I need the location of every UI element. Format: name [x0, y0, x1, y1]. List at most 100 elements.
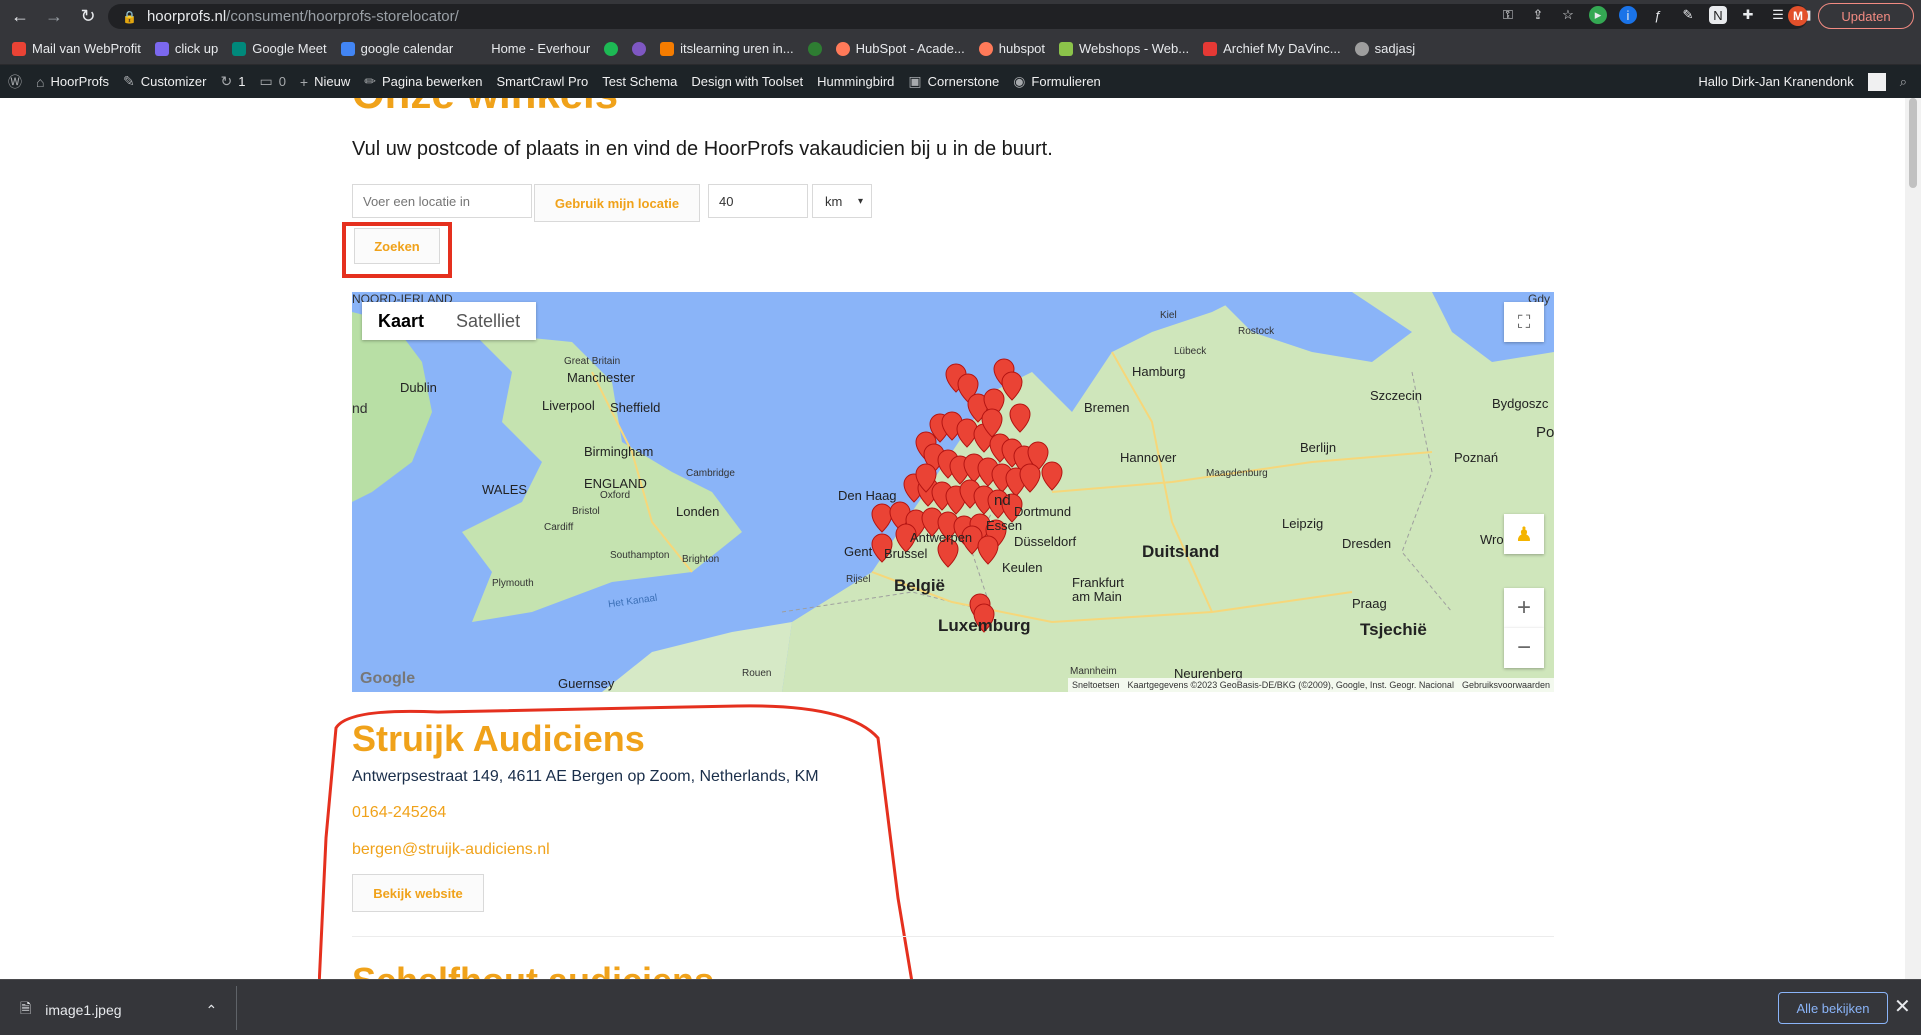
view-website-button[interactable]: Bekijk website — [352, 874, 484, 912]
map-label-szczecin: Szczecin — [1370, 388, 1423, 403]
whatsapp-icon — [807, 41, 822, 56]
pencil-icon: ✏ — [364, 73, 376, 89]
bookmark-star-icon[interactable]: ☆ — [1559, 6, 1577, 24]
file-icon: 🗎 — [20, 1000, 32, 1016]
pegman-icon[interactable]: ♟ — [1504, 514, 1544, 554]
annotation-box — [342, 222, 452, 278]
map-label-oxford: Oxford — [600, 490, 631, 501]
update-button[interactable]: Updaten — [1818, 3, 1914, 29]
map-attribution: Sneltoetsen Kaartgegevens ©2023 GeoBasis… — [1067, 678, 1554, 692]
map-label-southampton: Southampton — [610, 550, 670, 561]
map-label-kiel: Kiel — [1160, 310, 1177, 321]
wp-hummingbird[interactable]: Hummingbird — [817, 74, 894, 89]
map-label-brighton: Brighton — [682, 554, 720, 565]
wp-forms[interactable]: ◉ Formulieren — [1013, 73, 1101, 90]
wp-smartcrawl[interactable]: SmartCrawl Pro — [496, 74, 588, 89]
wp-new[interactable]: + Nieuw — [300, 74, 350, 90]
close-icon[interactable]: ✕ — [1894, 994, 1911, 1019]
tab-map[interactable]: Kaart — [362, 302, 440, 340]
app-icon — [632, 41, 647, 56]
terms-link[interactable]: Gebruiksvoorwaarden — [1462, 680, 1550, 690]
wp-updates[interactable]: ↻ 1 — [220, 73, 245, 90]
wp-greeting[interactable]: Hallo Dirk-Jan Kranendonk — [1698, 74, 1853, 89]
location-input[interactable] — [352, 184, 532, 218]
store-name: Struijk Audiciens — [352, 718, 645, 759]
user-avatar-icon[interactable] — [1867, 72, 1886, 91]
scrollbar-thumb[interactable] — [1909, 98, 1917, 188]
wp-logo[interactable]: Ⓦ — [8, 72, 22, 92]
reload-icon[interactable]: ↻ — [74, 3, 102, 31]
extension-1password-icon[interactable]: i — [1619, 6, 1637, 24]
map-label-nd-left: nd — [352, 400, 368, 416]
wp-edit-page[interactable]: ✏ Pagina bewerken — [364, 73, 482, 90]
extension-pen-icon[interactable]: ✎ — [1679, 6, 1697, 24]
unit-select[interactable]: km ▾ — [812, 184, 872, 218]
extensions-area: ⚿ ⇪ ☆ ▸ i ƒ ✎ N ✚ ☰ ▮ — [1499, 6, 1817, 24]
bookmark-sadjasj[interactable]: sadjasj — [1354, 41, 1415, 56]
store-map[interactable]: NOORD-IERLAND Gdy Kiel Rostock Lübeck Ha… — [352, 292, 1554, 692]
chart-icon — [1059, 41, 1074, 56]
wordpress-icon: Ⓦ — [8, 73, 22, 90]
map-label-rijsel: Rijsel — [846, 574, 871, 585]
wp-customizer[interactable]: ✎ Customizer — [123, 73, 206, 90]
map-label-mannheim: Mannheim — [1070, 666, 1117, 677]
map-label-sheffield: Sheffield — [610, 400, 661, 415]
page-scrollbar[interactable] — [1905, 98, 1921, 979]
profile-avatar[interactable]: M — [1788, 6, 1808, 26]
show-all-downloads-button[interactable]: Alle bekijken — [1778, 992, 1888, 1024]
shortcuts-link[interactable]: Sneltoetsen — [1072, 680, 1120, 690]
fullscreen-icon[interactable]: ⛶ — [1504, 302, 1544, 342]
intro-text: Vul uw postcode of plaats in en vind de … — [352, 138, 1053, 160]
wp-cornerstone[interactable]: ▣ Cornerstone — [908, 73, 999, 90]
radius-input[interactable] — [708, 184, 808, 218]
use-my-location-button[interactable]: Gebruik mijn locatie — [534, 184, 700, 222]
map-label-bremen: Bremen — [1084, 400, 1130, 415]
bookmark-mail[interactable]: Mail van WebProfit — [12, 41, 141, 56]
zoom-out-button[interactable]: − — [1504, 628, 1544, 668]
url-domain: hoorprofs.nl — [146, 8, 227, 25]
bookmark-itslearning[interactable]: itslearning uren in... — [660, 41, 794, 56]
wp-site-link[interactable]: ⌂ HoorProfs — [36, 74, 109, 90]
bookmark-clickup[interactable]: click up — [154, 41, 218, 56]
map-label-bydgoszcz: Bydgoszc — [1492, 396, 1549, 411]
back-icon[interactable]: ← — [6, 3, 34, 31]
reading-list-icon[interactable]: ☰ — [1769, 6, 1787, 24]
download-item[interactable]: 🗎 image1.jpeg ⌃ — [20, 998, 217, 1022]
extension-green-icon[interactable]: ▸ — [1589, 6, 1607, 24]
dashboard-icon: ⌂ — [36, 73, 45, 90]
bookmark-calendar[interactable]: google calendar — [340, 41, 453, 56]
bookmark-whatsapp[interactable] — [807, 41, 822, 56]
spotify-icon — [604, 41, 619, 56]
share-icon[interactable]: ⇪ — [1529, 6, 1547, 24]
extension-n-icon[interactable]: N — [1709, 6, 1727, 24]
wp-comments[interactable]: ▭ 0 — [259, 73, 285, 90]
cornerstone-icon: ▣ — [908, 73, 922, 89]
puzzle-icon[interactable]: ✚ — [1739, 6, 1757, 24]
bookmark-hubspot-academy[interactable]: HubSpot - Acade... — [835, 41, 965, 56]
tab-satellite[interactable]: Satelliet — [440, 302, 536, 340]
store-phone-link[interactable]: 0164-245264 — [352, 804, 446, 822]
bookmark-webshops[interactable]: Webshops - Web... — [1059, 41, 1189, 56]
map-label-dublin: Dublin — [400, 380, 437, 395]
wp-test-schema[interactable]: Test Schema — [602, 74, 677, 89]
zoom-in-button[interactable]: + — [1504, 588, 1544, 628]
bookmark-hubspot[interactable]: hubspot — [978, 41, 1045, 56]
bookmark-davinci[interactable]: Archief My DaVinc... — [1203, 41, 1341, 56]
forward-icon[interactable]: → — [40, 3, 68, 31]
bookmark-purple[interactable] — [632, 41, 647, 56]
bookmark-everhour[interactable]: Home - Everhour — [491, 41, 590, 56]
store-email-link[interactable]: bergen@struijk-audiciens.nl — [352, 841, 550, 859]
map-label-nd-right: nd — [994, 492, 1011, 509]
bookmark-spotify[interactable] — [604, 41, 619, 56]
bookmark-meet[interactable]: Google Meet — [232, 41, 327, 56]
chevron-up-icon[interactable]: ⌃ — [206, 1002, 218, 1019]
map-label-dresden: Dresden — [1342, 536, 1392, 551]
plus-icon: + — [299, 73, 309, 90]
hubspot-icon — [835, 41, 850, 56]
map-label-england: ENGLAND — [584, 476, 647, 491]
extension-formula-icon[interactable]: ƒ — [1649, 6, 1667, 24]
wp-account: Hallo Dirk-Jan Kranendonk ⌕ — [1698, 65, 1907, 98]
wp-toolset[interactable]: Design with Toolset — [691, 74, 803, 89]
password-icon[interactable]: ⚿ — [1499, 6, 1517, 24]
search-icon[interactable]: ⌕ — [1900, 74, 1907, 90]
